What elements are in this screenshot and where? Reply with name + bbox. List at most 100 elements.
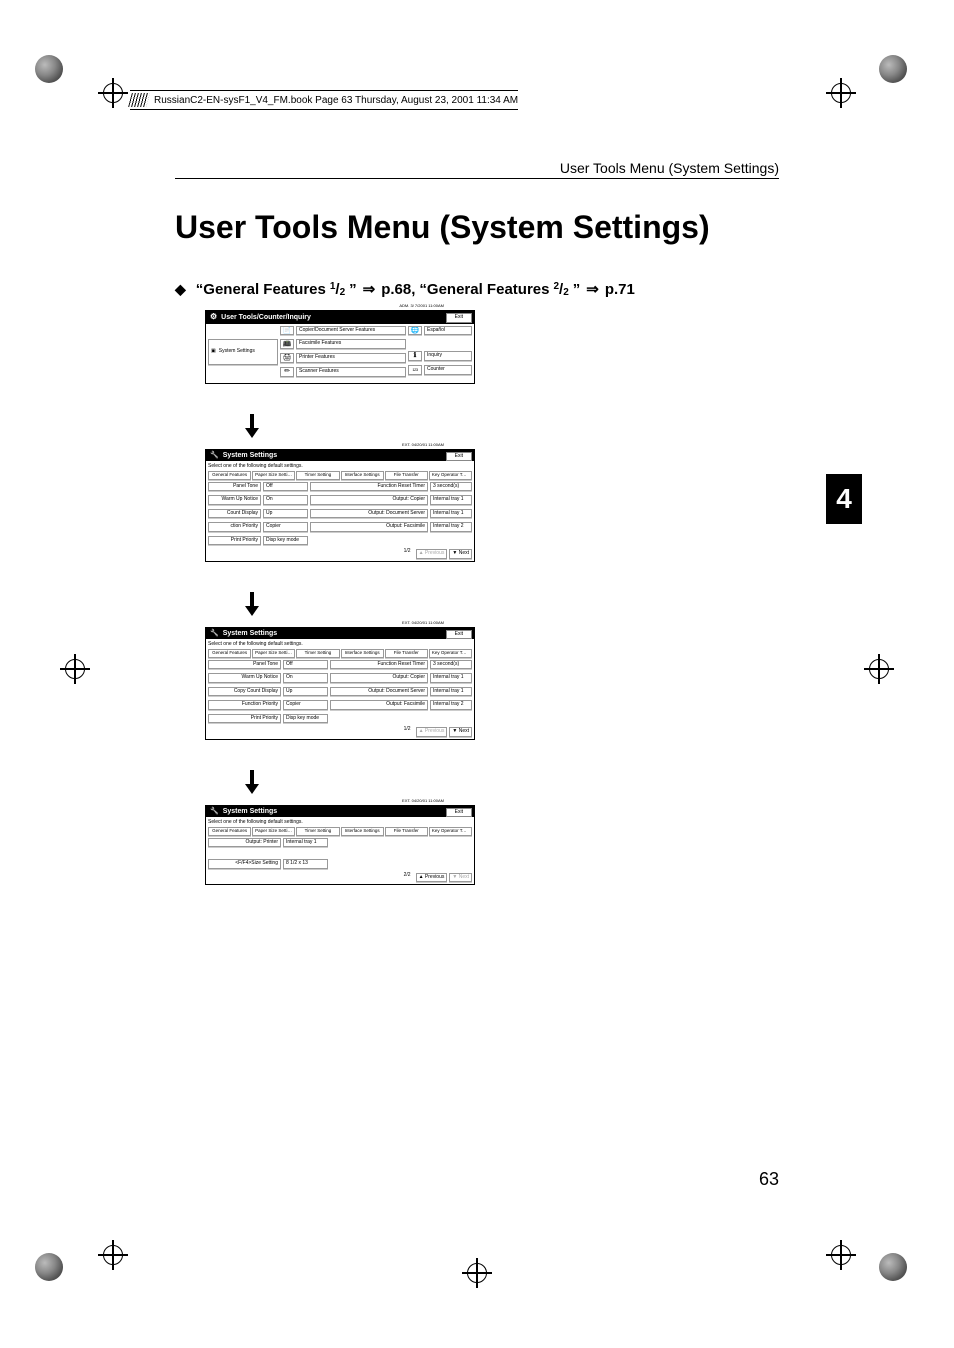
prev-page-button[interactable]: ▲ Previous <box>416 873 448 883</box>
tab-2[interactable]: Timer Setting <box>296 471 339 480</box>
setting-label[interactable]: <F/F4>Size Setting <box>208 859 281 869</box>
tab-4[interactable]: File Transfer <box>385 471 428 480</box>
panel-subhead: Select one of the following default sett… <box>208 463 472 471</box>
tab-2[interactable]: Timer Setting <box>296 827 339 836</box>
tab-4[interactable]: File Transfer <box>385 649 428 658</box>
wrench-icon <box>210 630 219 638</box>
prev-page-button: ▲ Previous <box>416 727 448 737</box>
setting-label[interactable]: Copy Count Display <box>208 687 281 697</box>
registration-mark <box>60 654 90 684</box>
setting-label[interactable]: Output: Facsimile <box>310 522 428 532</box>
book-file-header: RussianC2-EN-sysF1_V4_FM.book Page 63 Th… <box>130 90 518 110</box>
xref-text: p.71 <box>605 281 635 298</box>
setting-value: Disp key mode <box>283 714 328 724</box>
counter-icon <box>408 365 422 375</box>
setting-label[interactable]: Output: Facsimile <box>330 700 428 710</box>
tab-1[interactable]: Paper Size Setting <box>252 471 295 480</box>
running-head: User Tools Menu (System Settings) <box>175 160 779 179</box>
setting-value: Off <box>283 660 328 670</box>
tab-3[interactable]: Interface Settings <box>341 827 384 836</box>
setting-label[interactable]: Output: Document Server <box>310 509 428 519</box>
setting-label[interactable]: Warm Up Notice <box>208 673 281 683</box>
copier-icon: 📄 <box>280 326 294 336</box>
setting-label[interactable]: Print Priority <box>208 536 261 546</box>
setting-label[interactable]: ction Priority <box>208 522 261 532</box>
tab-1[interactable]: Paper Size Setting <box>252 827 295 836</box>
xref-frac-den: 2 <box>563 287 569 298</box>
scanner-icon: ✏ <box>280 367 294 377</box>
corner-mark-bl <box>35 1253 75 1293</box>
settings-tabs: General FeaturesPaper Size SettingTimer … <box>208 649 472 658</box>
panel-datetime: ADM. 3/ 7/2001 11:00AM <box>399 304 444 308</box>
setting-label[interactable]: Warm Up Notice <box>208 495 261 505</box>
xref-text: ” <box>349 281 357 298</box>
tab-3[interactable]: Interface Settings <box>341 471 384 480</box>
corner-mark-tr <box>879 55 919 95</box>
diamond-bullet-icon <box>175 281 192 298</box>
setting-label[interactable]: Output: Copier <box>310 495 428 505</box>
tab-0[interactable]: General Features <box>208 827 251 836</box>
corner-mark-tl <box>35 55 75 95</box>
feature-button[interactable]: Printer Features <box>296 353 406 363</box>
xref-frac-num: 1 <box>330 281 336 292</box>
panel-subhead: Select one of the following default sett… <box>208 641 472 649</box>
setting-value: On <box>263 495 308 505</box>
setting-label[interactable]: Function Reset Timer <box>310 482 428 492</box>
counter-button[interactable]: Counter <box>424 365 472 375</box>
feature-button[interactable]: Scanner Features <box>296 367 406 377</box>
flow-arrow-down-icon <box>245 414 475 443</box>
setting-label[interactable]: Print Priority <box>208 714 281 724</box>
flow-arrow-down-icon <box>245 770 475 799</box>
globe-icon: 🌐 <box>408 326 422 336</box>
tab-5[interactable]: Key Operator Tools <box>429 827 472 836</box>
setting-value: Copier <box>283 700 328 710</box>
tab-4[interactable]: File Transfer <box>385 827 428 836</box>
page-number: 63 <box>759 1169 779 1190</box>
xref-frac-den: 2 <box>340 287 346 298</box>
setting-label[interactable]: Count Display <box>208 509 261 519</box>
arrow-right-icon <box>584 280 601 298</box>
setting-label[interactable]: Output: Copier <box>330 673 428 683</box>
language-button[interactable]: Español <box>424 326 472 336</box>
panel-datetime: EXT. 04/20/01 11:00AM <box>402 621 444 625</box>
setting-label[interactable]: Output: Printer <box>208 838 281 848</box>
setting-label[interactable]: Function Reset Timer <box>330 660 428 670</box>
setting-value: Off <box>263 482 308 492</box>
tab-1[interactable]: Paper Size Setting <box>252 649 295 658</box>
tab-5[interactable]: Key Operator Tools <box>429 471 472 480</box>
page-body: User Tools Menu (System Settings) User T… <box>175 160 779 1190</box>
next-page-button[interactable]: ▼ Next <box>449 549 472 559</box>
setting-value: Internal tray 1 <box>430 495 472 505</box>
setting-value: Disp key mode <box>263 536 308 546</box>
feature-button[interactable]: Facsimile Features <box>296 339 406 349</box>
screenshot-user-tools-inquiry: ADM. 3/ 7/2001 11:00AM User Tools/Counte… <box>205 310 475 384</box>
exit-button[interactable]: Exit <box>446 630 472 640</box>
setting-label[interactable]: Function Priority <box>208 700 281 710</box>
setting-value: Up <box>283 687 328 697</box>
registration-mark <box>98 1240 128 1270</box>
setting-value: On <box>283 673 328 683</box>
info-icon <box>408 351 422 361</box>
tab-0[interactable]: General Features <box>208 649 251 658</box>
setting-value: Copier <box>263 522 308 532</box>
system-settings-button[interactable]: System Settings <box>219 349 255 355</box>
setting-label[interactable]: Panel Tone <box>208 660 281 670</box>
feature-button[interactable]: Copier/Document Server Features <box>296 326 406 336</box>
inquiry-button[interactable]: Inquiry <box>424 351 472 361</box>
registration-mark <box>98 78 128 108</box>
fax-icon: 📠 <box>280 339 294 349</box>
tab-5[interactable]: Key Operator Tools <box>429 649 472 658</box>
tab-3[interactable]: Interface Settings <box>341 649 384 658</box>
next-page-button[interactable]: ▼ Next <box>449 727 472 737</box>
tab-2[interactable]: Timer Setting <box>296 649 339 658</box>
exit-button[interactable]: Exit <box>446 808 472 818</box>
exit-button[interactable]: Exit <box>446 313 472 323</box>
screenshot-system-settings-3: EXT. 04/20/01 11:00AM System Settings Ex… <box>205 805 475 886</box>
tab-0[interactable]: General Features <box>208 471 251 480</box>
next-page-button: ▼ Next <box>449 873 472 883</box>
exit-button[interactable]: Exit <box>446 452 472 462</box>
setting-label[interactable]: Output: Document Server <box>330 687 428 697</box>
setting-label[interactable]: Panel Tone <box>208 482 261 492</box>
screenshot-system-settings-1: EXT. 04/20/01 11:00AM System Settings Ex… <box>205 449 475 562</box>
setting-value: 8 1/2 x 13 <box>283 859 328 869</box>
